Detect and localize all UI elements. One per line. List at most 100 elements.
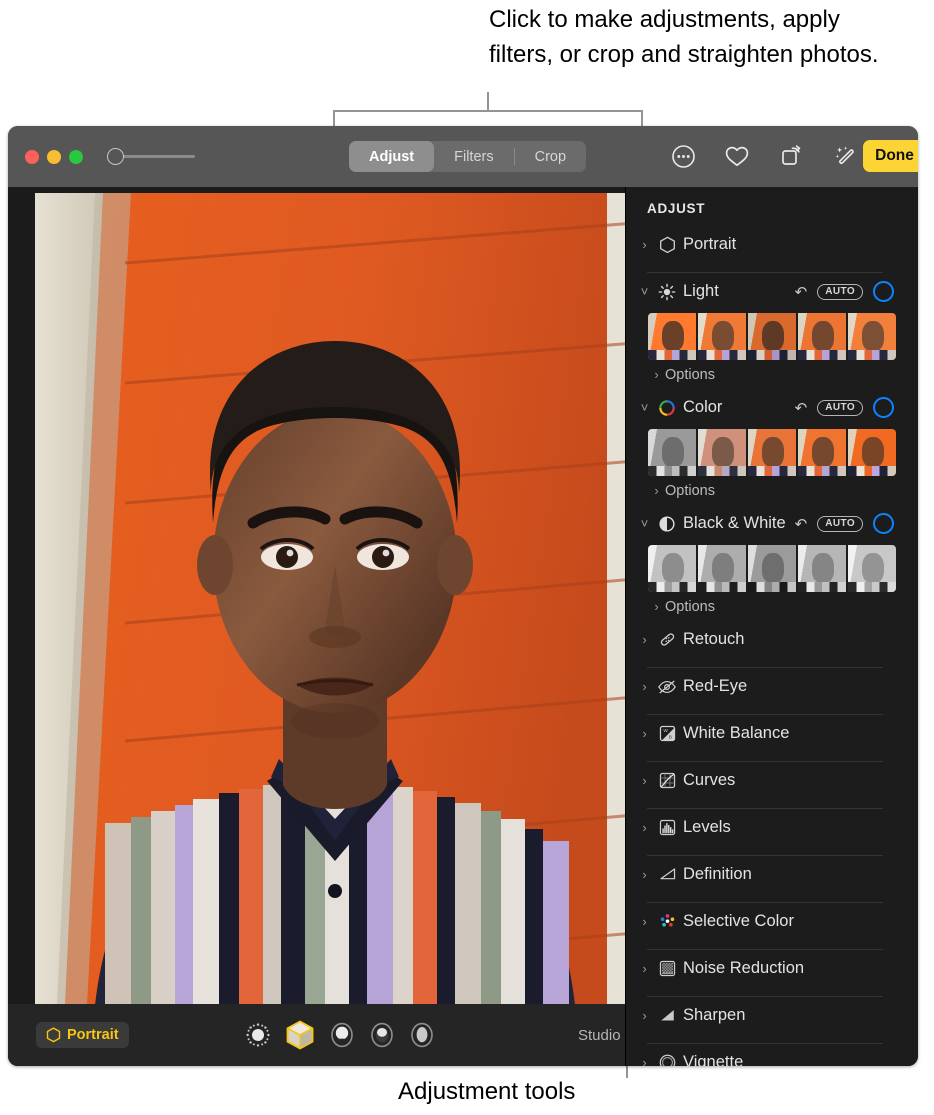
row-controls: ↶ AUTO [795, 513, 896, 534]
chevron-right-icon: › [635, 679, 654, 694]
done-button[interactable]: Done [863, 140, 918, 172]
sidebar-item-portrait[interactable]: › Portrait [634, 226, 896, 263]
auto-light-button[interactable]: AUTO [817, 284, 863, 300]
thumbnail[interactable] [748, 429, 796, 476]
thumbnail[interactable] [848, 429, 896, 476]
sidebar-item-levels[interactable]: › Levels [634, 809, 896, 846]
lighting-effects-row [244, 1019, 436, 1051]
svg-text:B: B [668, 734, 671, 739]
sidebar-item-sharpen[interactable]: › Sharpen [634, 997, 896, 1034]
auto-color-button[interactable]: AUTO [817, 400, 863, 416]
sidebar-item-white-balance[interactable]: › W B White Balance [634, 715, 896, 752]
sidebar-item-black-and-white[interactable]: ˅ Black & White ↶ AUTO [634, 505, 896, 542]
light-toggle[interactable] [873, 281, 894, 302]
chevron-down-icon: ˅ [635, 284, 654, 299]
stage-light-mono-icon[interactable] [408, 1021, 436, 1049]
chevron-right-icon: › [635, 867, 654, 882]
sidebar-item-label: Red-Eye [683, 677, 747, 696]
sidebar-item-light[interactable]: ˅ Light ↶ AUTO [634, 273, 896, 310]
natural-light-icon[interactable] [244, 1021, 272, 1049]
tab-adjust[interactable]: Adjust [349, 141, 434, 172]
favorite-heart-icon[interactable] [710, 139, 764, 173]
color-thumbnail-strip[interactable] [648, 429, 896, 476]
sidebar-item-curves[interactable]: › Curves [634, 762, 896, 799]
zoom-button[interactable] [69, 150, 83, 164]
studio-light-icon[interactable] [284, 1019, 316, 1051]
thumbnail[interactable] [698, 545, 746, 592]
minimize-button[interactable] [47, 150, 61, 164]
color-toggle[interactable] [873, 397, 894, 418]
photos-editor-window: Adjust Filters Crop [8, 126, 918, 1066]
tab-filters[interactable]: Filters [434, 141, 513, 172]
definition-icon [654, 865, 680, 884]
chevron-right-icon: › [635, 1008, 654, 1023]
photo-canvas[interactable] [35, 193, 635, 1004]
tab-crop[interactable]: Crop [515, 141, 586, 172]
reset-color-icon[interactable]: ↶ [795, 399, 808, 417]
light-thumbnail-strip[interactable] [648, 313, 896, 360]
sharpen-icon [654, 1006, 680, 1025]
screenshot-root: Click to make adjustments, apply filters… [0, 0, 934, 1115]
sidebar-item-label: Sharpen [683, 1006, 745, 1025]
reset-light-icon[interactable]: ↶ [795, 283, 808, 301]
thumbnail[interactable] [648, 429, 696, 476]
viewer-bottom-bar: Portrait [8, 1004, 625, 1066]
thumbnail[interactable] [798, 313, 846, 360]
sidebar-item-color[interactable]: ˅ Color ↶ AUTO [634, 389, 896, 426]
thumbnail[interactable] [748, 313, 796, 360]
bandage-icon [654, 630, 680, 649]
bw-toggle[interactable] [873, 513, 894, 534]
sidebar-item-red-eye[interactable]: › Red-Eye [634, 668, 896, 705]
callout-top-text: Click to make adjustments, apply filters… [489, 2, 909, 72]
sidebar-item-label: Levels [683, 818, 731, 837]
thumbnail[interactable] [798, 545, 846, 592]
options-label: Options [665, 599, 715, 615]
thumbnail[interactable] [648, 313, 696, 360]
sun-icon [654, 283, 680, 301]
more-options-icon[interactable] [656, 139, 710, 173]
thumbnail[interactable] [798, 429, 846, 476]
thumbnail[interactable] [848, 545, 896, 592]
edit-mode-segmented-control[interactable]: Adjust Filters Crop [349, 141, 586, 172]
thumbnail[interactable] [698, 313, 746, 360]
zoom-slider[interactable] [107, 149, 195, 165]
sidebar-item-selective-color[interactable]: › Selective Color [634, 903, 896, 940]
color-options-row[interactable]: › Options [648, 476, 896, 505]
portrait-badge[interactable]: Portrait [36, 1022, 129, 1048]
sidebar-item-label: Portrait [683, 235, 736, 254]
sidebar-item-noise-reduction[interactable]: › [634, 950, 896, 987]
close-button[interactable] [25, 150, 39, 164]
svg-text:W: W [663, 728, 668, 734]
sidebar-item-label: Light [683, 282, 719, 301]
thumbnail[interactable] [648, 545, 696, 592]
vignette-icon [654, 1053, 680, 1066]
noise-reduction-icon [654, 959, 680, 978]
sidebar-item-label: Curves [683, 771, 735, 790]
chevron-down-icon: ˅ [635, 516, 654, 531]
rotate-icon[interactable] [764, 139, 818, 173]
callout-top-stem [487, 92, 489, 112]
contour-light-icon[interactable] [328, 1021, 356, 1049]
bw-options-row[interactable]: › Options [648, 592, 896, 621]
traffic-lights [25, 150, 83, 164]
bw-thumbnail-strip[interactable] [648, 545, 896, 592]
thumbnail[interactable] [748, 545, 796, 592]
selective-color-icon [654, 912, 680, 931]
options-label: Options [665, 483, 715, 499]
sidebar-item-vignette[interactable]: › Vignette [634, 1044, 896, 1066]
chevron-down-icon: ˅ [635, 400, 654, 415]
curves-icon [654, 771, 680, 790]
sidebar-item-retouch[interactable]: › Retouch [634, 621, 896, 658]
row-controls: ↶ AUTO [795, 397, 896, 418]
thumbnail[interactable] [848, 313, 896, 360]
thumbnail[interactable] [698, 429, 746, 476]
stage-light-icon[interactable] [368, 1021, 396, 1049]
auto-bw-button[interactable]: AUTO [817, 516, 863, 532]
chevron-right-icon: › [648, 367, 665, 382]
light-options-row[interactable]: › Options [648, 360, 896, 389]
zoom-slider-knob[interactable] [107, 148, 124, 165]
sidebar-item-definition[interactable]: › Definition [634, 856, 896, 893]
adjustment-list: › Portrait ˅ [626, 226, 918, 1066]
sidebar-item-label: Vignette [683, 1053, 743, 1066]
reset-bw-icon[interactable]: ↶ [795, 515, 808, 533]
